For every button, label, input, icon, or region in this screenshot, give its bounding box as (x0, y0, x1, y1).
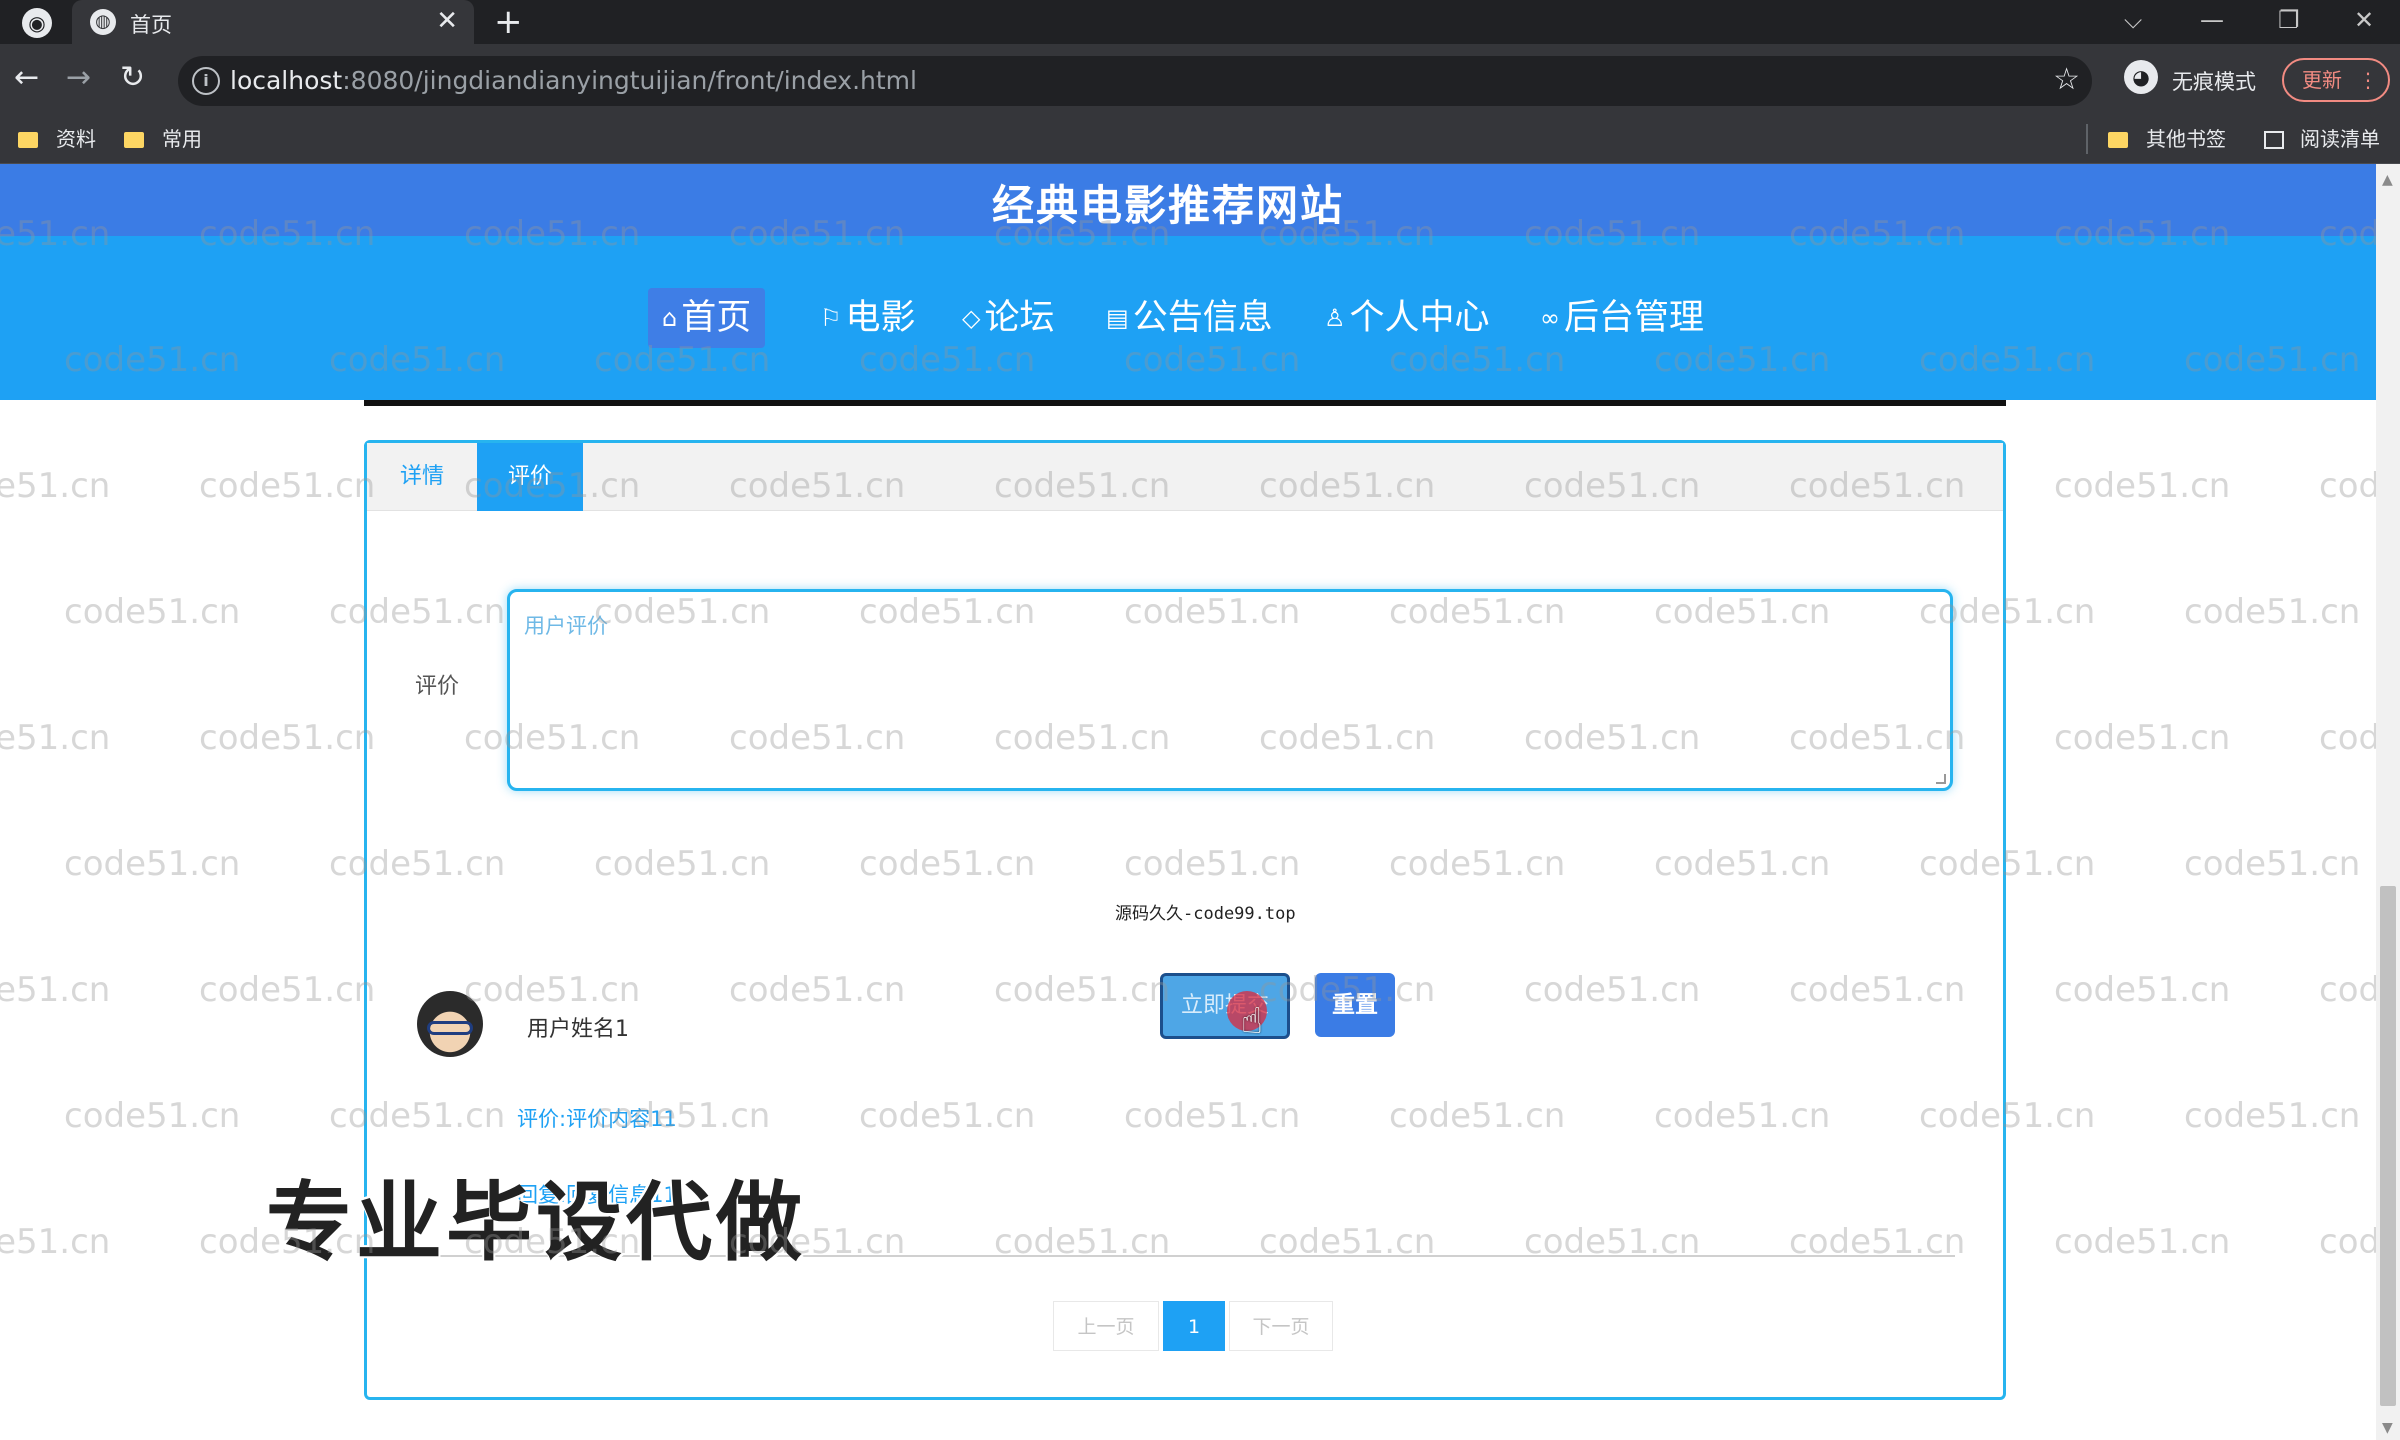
bookmark-other[interactable]: 其他书签 (2108, 124, 2226, 154)
comment-content: 评价:评价内容11 (517, 1107, 677, 1131)
overlay-watermark-text: 源码久久-code99.top (1115, 904, 1296, 924)
document-icon: ▤ (1106, 304, 1129, 332)
folder-icon (124, 132, 144, 148)
page-viewport: 经典电影推荐网站 ⌂ 首页 ⚐ 电影 ◇ 论坛 ▤ 公告信息 ♙ 个人中心 ∞ 后台管理 详… (0, 164, 2376, 1440)
site-title: 经典电影推荐网站 (991, 181, 1344, 230)
back-arrow-icon[interactable]: ← (14, 58, 39, 98)
update-label: 更新 (2302, 68, 2342, 92)
site-header: 经典电影推荐网站 (0, 164, 2376, 236)
tab-details[interactable]: 详情 (367, 443, 477, 511)
bookmark-folder-changyong[interactable]: 常用 (124, 124, 202, 154)
bookmarks-bar (0, 118, 2400, 164)
avatar (417, 991, 483, 1057)
home-icon: ⌂ (662, 304, 678, 332)
user-icon: ♙ (1324, 304, 1346, 332)
forward-arrow-icon[interactable]: → (66, 58, 91, 98)
review-textarea[interactable] (510, 592, 1950, 788)
update-button[interactable]: 更新 ⋮ (2282, 58, 2390, 102)
promo-overlay-text: 专业毕设代做 (266, 1173, 806, 1273)
folder-icon (18, 132, 38, 148)
bookmark-star-icon[interactable]: ☆ (2053, 62, 2080, 97)
prev-page-button[interactable]: 上一页 (1053, 1301, 1159, 1351)
review-textarea-wrapper (507, 589, 1953, 791)
tab-search-icon[interactable]: ⌵ (2124, 2, 2142, 38)
scroll-down-icon[interactable]: ▼ (2382, 1420, 2393, 1436)
nav-announcements[interactable]: ▤ 公告信息 (1092, 288, 1287, 348)
menu-dots-icon[interactable]: ⋮ (2358, 60, 2378, 100)
scroll-up-icon[interactable]: ▲ (2382, 172, 2393, 188)
content-top-bar (364, 400, 2006, 406)
nav-movies[interactable]: ⚐ 电影 (806, 288, 930, 348)
incognito-icon: ◕ (2124, 60, 2158, 94)
url-text[interactable]: localhost:8080/jingdiandianyingtuijian/f… (230, 66, 917, 95)
restore-icon[interactable]: ❐ (2278, 2, 2300, 38)
scroll-thumb[interactable] (2380, 886, 2396, 1406)
nav-profile[interactable]: ♙ 个人中心 (1310, 288, 1504, 348)
bookmark-separator (2086, 124, 2088, 154)
incognito-label[interactable]: 无痕模式 (2172, 66, 2256, 96)
folder-icon (2108, 132, 2128, 148)
nav-home[interactable]: ⌂ 首页 (648, 288, 766, 348)
new-tab-button[interactable]: + (494, 2, 523, 42)
tag-icon: ◇ (962, 304, 981, 332)
close-window-icon[interactable]: ✕ (2354, 2, 2374, 38)
submit-button[interactable]: 立即提交 (1160, 973, 1290, 1039)
review-label: 评价 (415, 674, 460, 699)
flag-icon: ⚐ (820, 304, 842, 332)
nav-admin[interactable]: ∞ 后台管理 (1526, 288, 1718, 348)
minimize-icon[interactable]: — (2200, 2, 2224, 38)
browser-logo-icon: ◉ (22, 8, 52, 38)
reload-icon[interactable]: ↻ (120, 58, 145, 98)
hand-cursor-icon: ☝ (1241, 1001, 1263, 1042)
reading-list[interactable]: 阅读清单 (2264, 124, 2380, 154)
main-nav: ⌂ 首页 ⚐ 电影 ◇ 论坛 ▤ 公告信息 ♙ 个人中心 ∞ 后台管理 (0, 236, 2376, 400)
reset-button[interactable]: 重置 (1315, 973, 1395, 1037)
link-icon: ∞ (1540, 304, 1560, 332)
address-bar[interactable]: i localhost:8080/jingdiandianyingtuijian… (178, 56, 2092, 106)
reading-list-icon (2264, 131, 2284, 149)
site-info-icon[interactable]: i (192, 67, 220, 95)
bookmark-folder-ziliao[interactable]: 资料 (18, 124, 96, 154)
tab-close-icon[interactable]: ✕ (436, 6, 458, 36)
comment-username: 用户姓名1 (527, 1017, 629, 1042)
detail-tabs: 详情 评价 (367, 443, 2003, 511)
page-number-current[interactable]: 1 (1163, 1301, 1225, 1351)
page-scrollbar[interactable]: ▲ ▼ (2376, 164, 2400, 1440)
globe-icon: ◍ (90, 9, 116, 35)
resize-handle-icon[interactable] (1936, 774, 1946, 784)
glasses-icon (427, 1021, 473, 1035)
tab-reviews[interactable]: 评价 (477, 443, 583, 511)
tab-title: 首页 (130, 13, 172, 37)
browser-tab[interactable]: ◍ 首页 ✕ (72, 0, 474, 44)
next-page-button[interactable]: 下一页 (1229, 1301, 1333, 1351)
nav-forum[interactable]: ◇ 论坛 (948, 288, 1068, 348)
browser-tab-bar: ◉ ◍ 首页 ✕ + ⌵ — ❐ ✕ (0, 0, 2400, 44)
